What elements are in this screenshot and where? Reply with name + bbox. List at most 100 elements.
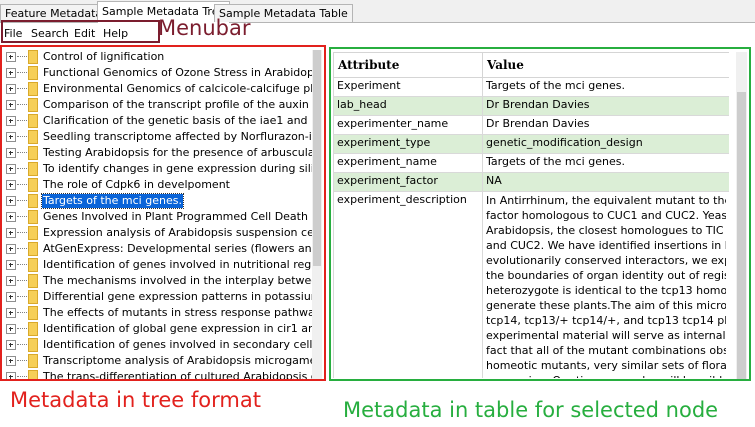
table-row[interactable]: Experiment Targets of the mci genes. (333, 77, 729, 97)
expand-icon[interactable] (6, 116, 16, 126)
tree-node-label[interactable]: The trans-differentiation of cultured Ar… (42, 370, 316, 379)
description-line: the boundaries of organ identity out of … (486, 269, 726, 282)
folder-icon (28, 338, 38, 352)
folder-icon (28, 82, 38, 96)
value-column-header[interactable]: Value (482, 52, 729, 78)
table-row[interactable]: experiment_type genetic_modification_desi… (333, 134, 729, 154)
tree-node-label[interactable]: Comparison of the transcript profile of … (42, 98, 316, 112)
tree-node[interactable]: Environmental Genomics of calcicole-calc… (6, 81, 316, 97)
tree-node-label[interactable]: Differential gene expression patterns in… (42, 290, 316, 304)
tree-node[interactable]: To identify changes in gene expression d… (6, 161, 316, 177)
table-row[interactable]: experimenter_name Dr Brendan Davies (333, 115, 729, 135)
folder-icon (28, 114, 38, 128)
tree-node[interactable]: Clarification of the genetic basis of th… (6, 113, 316, 129)
expand-icon[interactable] (6, 196, 16, 206)
tree-node[interactable]: Transcriptome analysis of Arabidopsis mi… (6, 353, 316, 369)
tree-node-label[interactable]: Identification of genes involved in nutr… (42, 258, 316, 272)
expand-icon[interactable] (6, 52, 16, 62)
tree-connector-line (17, 88, 27, 89)
table-row[interactable]: lab_head Dr Brendan Davies (333, 96, 729, 116)
expand-icon[interactable] (6, 372, 16, 379)
folder-icon (28, 370, 38, 379)
tree-node-label[interactable]: Transcriptome analysis of Arabidopsis mi… (42, 354, 316, 368)
folder-icon (28, 226, 38, 240)
expand-icon[interactable] (6, 356, 16, 366)
expand-icon[interactable] (6, 132, 16, 142)
tree-node-label[interactable]: Functional Genomics of Ozone Stress in A… (42, 66, 316, 80)
folder-icon (28, 274, 38, 288)
tree-node[interactable]: Identification of global gene expression… (6, 321, 316, 337)
tree-node[interactable]: Seedling transcriptome affected by Norfl… (6, 129, 316, 145)
tree-node[interactable]: Testing Arabidopsis for the presence of … (6, 145, 316, 161)
expand-icon[interactable] (6, 244, 16, 254)
folder-icon (28, 66, 38, 80)
attribute-cell: experiment_name (333, 153, 483, 173)
menubar-annotation: Menubar (158, 16, 251, 40)
tree-node[interactable]: Identification of genes involved in nutr… (6, 257, 316, 273)
expand-icon[interactable] (6, 276, 16, 286)
table-scrollbar-thumb[interactable] (737, 92, 746, 379)
tree-node-label[interactable]: Identification of genes involved in seco… (42, 338, 316, 352)
tree-node[interactable]: Identification of genes involved in seco… (6, 337, 316, 353)
tree-node[interactable]: Targets of the mci genes. (6, 193, 316, 209)
tree-node[interactable]: Control of lignification (6, 49, 316, 65)
tree-node-label[interactable]: Clarification of the genetic basis of th… (42, 114, 316, 128)
tree-connector-line (17, 360, 27, 361)
tree-connector-line (17, 328, 27, 329)
value-cell: Targets of the mci genes. (482, 77, 729, 97)
tree-node-label[interactable]: Identification of global gene expression… (42, 322, 316, 336)
expand-icon[interactable] (6, 292, 16, 302)
tree-node[interactable]: The effects of mutants in stress respons… (6, 305, 316, 321)
tree-scrollbar-thumb[interactable] (313, 50, 321, 266)
tree-node[interactable]: Comparison of the transcript profile of … (6, 97, 316, 113)
folder-icon (28, 162, 38, 176)
table-row[interactable]: experiment_factor NA (333, 172, 729, 192)
attribute-column-header[interactable]: Attribute (333, 52, 483, 78)
tree-connector-line (17, 104, 27, 105)
expand-icon[interactable] (6, 260, 16, 270)
tree-node-label[interactable]: To identify changes in gene expression d… (42, 162, 316, 176)
tree-node-label[interactable]: Targets of the mci genes. (41, 193, 184, 209)
value-cell: Targets of the mci genes. (482, 153, 729, 173)
tree-node-label[interactable]: Expression analysis of Arabidopsis suspe… (42, 226, 316, 240)
tree-node[interactable]: Genes Involved in Plant Programmed Cell … (6, 209, 316, 225)
expand-icon[interactable] (6, 212, 16, 222)
expand-icon[interactable] (6, 308, 16, 318)
expand-icon[interactable] (6, 324, 16, 334)
tree-node[interactable]: Expression analysis of Arabidopsis suspe… (6, 225, 316, 241)
tree-node-label[interactable]: Genes Involved in Plant Programmed Cell … (42, 210, 316, 224)
folder-icon (28, 322, 38, 336)
tree-node-label[interactable]: The role of Cdpk6 in develpoment (42, 178, 231, 192)
tree-node[interactable]: The role of Cdpk6 in develpoment (6, 177, 316, 193)
tree-node[interactable]: Functional Genomics of Ozone Stress in A… (6, 65, 316, 81)
tree-node-label[interactable]: Control of lignification (42, 50, 165, 64)
tree-node-label[interactable]: Seedling transcriptome affected by Norfl… (42, 130, 316, 144)
value-cell: NA (482, 172, 729, 192)
tree-node-label[interactable]: Environmental Genomics of calcicole-calc… (42, 82, 316, 96)
tree-node-label[interactable]: The effects of mutants in stress respons… (42, 306, 316, 320)
expand-icon[interactable] (6, 228, 16, 238)
metadata-table-wrap: Attribute Value Experiment Targets of the… (333, 52, 729, 378)
expand-icon[interactable] (6, 84, 16, 94)
tree-node-label[interactable]: Testing Arabidopsis for the presence of … (42, 146, 316, 160)
table-row[interactable]: experiment_name Targets of the mci genes. (333, 153, 729, 173)
tree-connector-line (17, 248, 27, 249)
tree-scrollbar[interactable] (312, 50, 322, 379)
folder-icon (28, 354, 38, 368)
table-scrollbar[interactable] (736, 52, 747, 379)
expand-icon[interactable] (6, 68, 16, 78)
tree-node[interactable]: AtGenExpress: Developmental series (flow… (6, 241, 316, 257)
attribute-cell: experiment_type (333, 134, 483, 154)
expand-icon[interactable] (6, 100, 16, 110)
tree-node[interactable]: Differential gene expression patterns in… (6, 289, 316, 305)
expand-icon[interactable] (6, 164, 16, 174)
tree-connector-line (17, 280, 27, 281)
tree-node-label[interactable]: AtGenExpress: Developmental series (flow… (42, 242, 316, 256)
table-row-description[interactable]: experiment_description In Antirrhinum, th… (333, 191, 729, 378)
tree-node-label[interactable]: The mechanisms involved in the interplay… (42, 274, 316, 288)
expand-icon[interactable] (6, 148, 16, 158)
expand-icon[interactable] (6, 340, 16, 350)
tree-node[interactable]: The trans-differentiation of cultured Ar… (6, 369, 316, 379)
tree-node[interactable]: The mechanisms involved in the interplay… (6, 273, 316, 289)
expand-icon[interactable] (6, 180, 16, 190)
